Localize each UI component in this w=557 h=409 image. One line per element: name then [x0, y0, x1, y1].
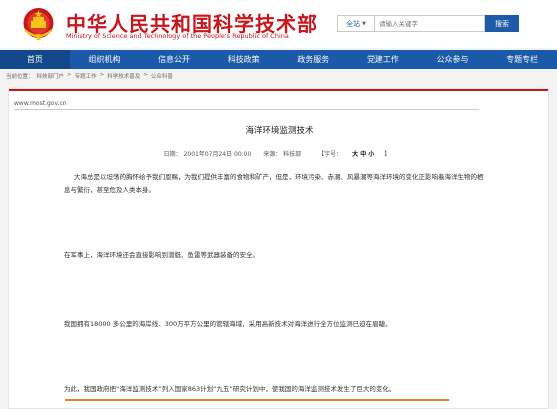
main-nav: 首页 组织机构 信息公开 科技政策 政务服务 党建工作 公众参与 专题专栏: [0, 50, 557, 69]
chevron-down-icon: ▼: [362, 20, 366, 27]
breadcrumb-separator: >: [99, 72, 105, 78]
article-paragraph-highlighted: 为此，我国政府把“海洋监测技术”列入国家863计划“九五”研究计划中，使我国的海…: [64, 385, 396, 393]
article-paragraph: 在军事上，海洋环境还会直接影响到潜艇、鱼雷等武器装备的安全。: [64, 251, 259, 259]
breadcrumb-item[interactable]: 科技部门户: [37, 72, 65, 82]
article-title: 海洋环境监测技术: [245, 126, 314, 136]
font-size-label: 【字号：: [318, 151, 343, 158]
breadcrumb-separator: >: [67, 72, 72, 78]
divider: [14, 109, 479, 110]
article-domain: www.most.gov.cn: [14, 100, 67, 107]
nav-item-services[interactable]: 政务服务: [279, 50, 349, 69]
nav-item-home[interactable]: 首页: [0, 50, 70, 69]
nav-item-public-participation[interactable]: 公众参与: [418, 50, 488, 69]
article-date: 日期： 2001年07月24日 00:00: [163, 151, 252, 158]
article-source: 来源： 科技部: [263, 151, 302, 158]
breadcrumb-separator: >: [143, 72, 148, 78]
nav-item-party-building[interactable]: 党建工作: [348, 50, 418, 69]
national-emblem-icon[interactable]: [22, 6, 55, 42]
font-size-control: 【字号： 大 中 小 】: [313, 151, 395, 158]
breadcrumb-item[interactable]: 专题工作: [75, 72, 97, 82]
search-scope-label: 全站: [346, 19, 361, 28]
search-scope-select[interactable]: 全站 ▼: [337, 15, 375, 32]
font-size-options[interactable]: 大 中 小: [352, 151, 374, 158]
breadcrumb: 当前位置： 科技部门户 > 专题工作 > 科学技术普及 > 公众科普: [6, 72, 173, 82]
breadcrumb-item[interactable]: 公众科普: [151, 72, 173, 82]
site-header: 中华人民共和国科学技术部 Ministry of Science and Tec…: [0, 0, 557, 48]
nav-item-special-topics[interactable]: 专题专栏: [487, 50, 557, 69]
search-button[interactable]: 搜索: [485, 15, 519, 32]
font-size-close: 】: [384, 151, 391, 158]
breadcrumb-item[interactable]: 科学技术普及: [107, 72, 140, 82]
search-bar: 全站 ▼ 搜索: [337, 15, 519, 32]
highlight-underline: [65, 399, 449, 401]
nav-item-organization[interactable]: 组织机构: [70, 50, 140, 69]
article-paragraph: 大海总是以坦荡的胸怀给予我们恩赐，为我们提供丰富的食物和矿产，但是，环境污染、赤…: [64, 173, 484, 194]
breadcrumb-label: 当前位置：: [6, 74, 34, 80]
search-input[interactable]: [375, 15, 485, 32]
site-subtitle: Ministry of Science and Technology of th…: [66, 32, 289, 40]
article-meta: 日期： 2001年07月24日 00:00 来源： 科技部 【字号： 大 中 小 】: [9, 149, 550, 158]
nav-item-policy[interactable]: 科技政策: [209, 50, 279, 69]
article-paragraph: 我国拥有18000 多公里的海岸线、300万平方公里的管辖海域，采用高新技术对海…: [64, 320, 392, 328]
divider: [9, 89, 548, 91]
nav-item-information[interactable]: 信息公开: [139, 50, 209, 69]
article-panel: www.most.gov.cn 海洋环境监测技术 日期： 2001年07月24日…: [8, 88, 549, 409]
